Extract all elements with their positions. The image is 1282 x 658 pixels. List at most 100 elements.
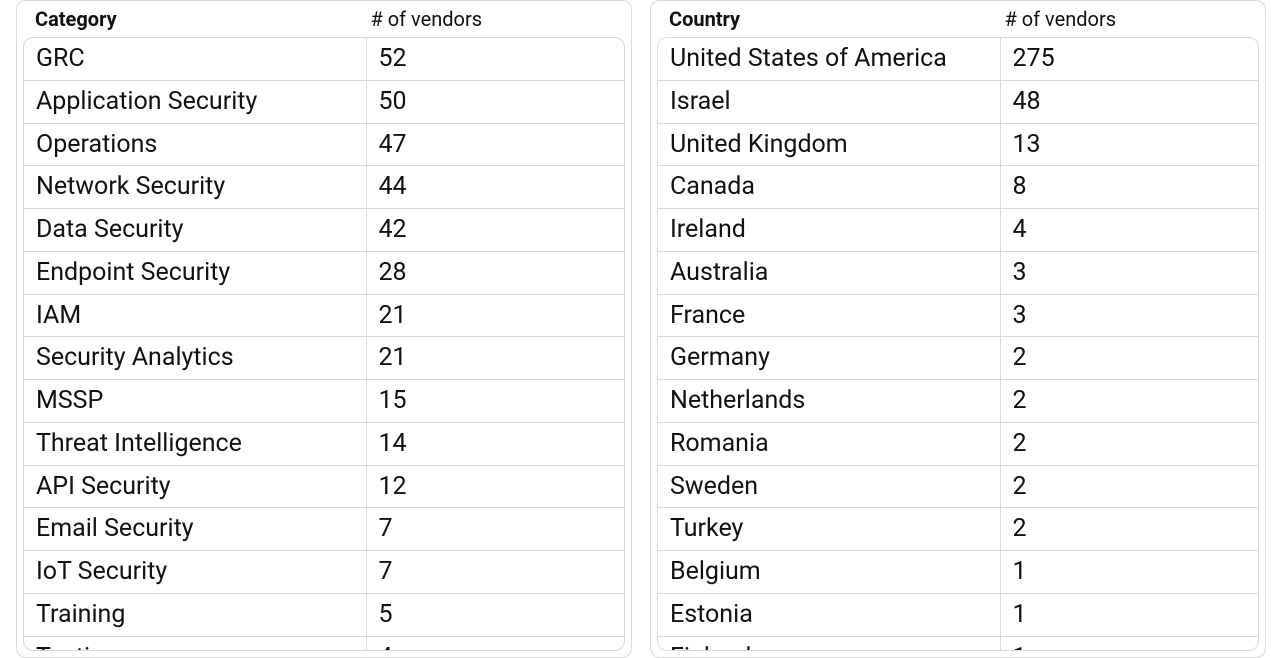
category-name: MSSP	[24, 380, 366, 423]
table-row: Endpoint Security28	[24, 251, 624, 294]
category-count: 12	[366, 465, 624, 508]
table-row: Belgium1	[658, 551, 1258, 594]
country-name: Netherlands	[658, 380, 1000, 423]
category-count: 50	[366, 80, 624, 123]
country-name: Israel	[658, 80, 1000, 123]
table-row: Testing4	[24, 636, 624, 651]
category-count: 21	[366, 337, 624, 380]
category-name: Network Security	[24, 166, 366, 209]
category-table: GRC52 Application Security50 Operations4…	[24, 38, 624, 651]
category-count: 47	[366, 123, 624, 166]
country-count: 2	[1000, 465, 1258, 508]
category-count: 4	[366, 636, 624, 651]
country-count: 4	[1000, 209, 1258, 252]
category-body-wrap: GRC52 Application Security50 Operations4…	[17, 37, 631, 657]
category-count: 7	[366, 508, 624, 551]
table-row: Application Security50	[24, 80, 624, 123]
country-name: Ireland	[658, 209, 1000, 252]
category-name: Training	[24, 593, 366, 636]
country-count: 2	[1000, 380, 1258, 423]
country-count: 8	[1000, 166, 1258, 209]
country-count: 2	[1000, 337, 1258, 380]
category-count: 14	[366, 422, 624, 465]
table-row: API Security12	[24, 465, 624, 508]
table-row: Security Analytics21	[24, 337, 624, 380]
category-count: 15	[366, 380, 624, 423]
country-name: Belgium	[658, 551, 1000, 594]
table-row: Netherlands2	[658, 380, 1258, 423]
country-table: United States of America275 Israel48 Uni…	[658, 38, 1258, 651]
category-name: Operations	[24, 123, 366, 166]
country-count: 1	[1000, 551, 1258, 594]
category-name: Application Security	[24, 80, 366, 123]
table-row: United States of America275	[658, 38, 1258, 80]
country-count: 1	[1000, 593, 1258, 636]
country-body: United States of America275 Israel48 Uni…	[657, 37, 1259, 651]
table-row: IoT Security7	[24, 551, 624, 594]
country-name: Sweden	[658, 465, 1000, 508]
country-name: Estonia	[658, 593, 1000, 636]
country-header-count-label: # of vendors	[998, 7, 1247, 31]
category-panel: Category # of vendors GRC52 Application …	[16, 0, 632, 658]
country-name: Romania	[658, 422, 1000, 465]
table-row: Sweden2	[658, 465, 1258, 508]
country-name: Australia	[658, 251, 1000, 294]
table-row: Romania2	[658, 422, 1258, 465]
category-header-count-label: # of vendors	[364, 7, 613, 31]
table-row: Israel48	[658, 80, 1258, 123]
table-row: Training5	[24, 593, 624, 636]
country-name: Germany	[658, 337, 1000, 380]
category-header-label: Category	[35, 7, 364, 31]
category-count: 5	[366, 593, 624, 636]
table-row: Germany2	[658, 337, 1258, 380]
category-count: 44	[366, 166, 624, 209]
table-row: Turkey2	[658, 508, 1258, 551]
table-row: Australia3	[658, 251, 1258, 294]
category-name: Email Security	[24, 508, 366, 551]
table-row: Threat Intelligence14	[24, 422, 624, 465]
table-row: GRC52	[24, 38, 624, 80]
category-count: 7	[366, 551, 624, 594]
country-name: Turkey	[658, 508, 1000, 551]
country-header: Country # of vendors	[651, 1, 1265, 37]
table-row: Email Security7	[24, 508, 624, 551]
category-header: Category # of vendors	[17, 1, 631, 37]
category-name: API Security	[24, 465, 366, 508]
country-count: 13	[1000, 123, 1258, 166]
table-row: Estonia1	[658, 593, 1258, 636]
category-body: GRC52 Application Security50 Operations4…	[23, 37, 625, 651]
category-count: 28	[366, 251, 624, 294]
table-row: MSSP15	[24, 380, 624, 423]
category-count: 21	[366, 294, 624, 337]
table-row: United Kingdom13	[658, 123, 1258, 166]
table-row: Ireland4	[658, 209, 1258, 252]
table-row: Network Security44	[24, 166, 624, 209]
country-name: Canada	[658, 166, 1000, 209]
country-count: 2	[1000, 508, 1258, 551]
country-count: 3	[1000, 294, 1258, 337]
category-count: 52	[366, 38, 624, 80]
country-panel: Country # of vendors United States of Am…	[650, 0, 1266, 658]
country-count: 48	[1000, 80, 1258, 123]
category-name: GRC	[24, 38, 366, 80]
country-count: 2	[1000, 422, 1258, 465]
category-name: IoT Security	[24, 551, 366, 594]
country-body-wrap: United States of America275 Israel48 Uni…	[651, 37, 1265, 657]
table-row: Canada8	[658, 166, 1258, 209]
category-name: IAM	[24, 294, 366, 337]
category-name: Security Analytics	[24, 337, 366, 380]
country-count: 275	[1000, 38, 1258, 80]
country-name: United Kingdom	[658, 123, 1000, 166]
table-row: Data Security42	[24, 209, 624, 252]
table-row: France3	[658, 294, 1258, 337]
category-count: 42	[366, 209, 624, 252]
category-name: Endpoint Security	[24, 251, 366, 294]
category-name: Data Security	[24, 209, 366, 252]
table-row: Finland1	[658, 636, 1258, 651]
country-count: 3	[1000, 251, 1258, 294]
country-count: 1	[1000, 636, 1258, 651]
table-row: Operations47	[24, 123, 624, 166]
category-name: Threat Intelligence	[24, 422, 366, 465]
category-name: Testing	[24, 636, 366, 651]
table-row: IAM21	[24, 294, 624, 337]
